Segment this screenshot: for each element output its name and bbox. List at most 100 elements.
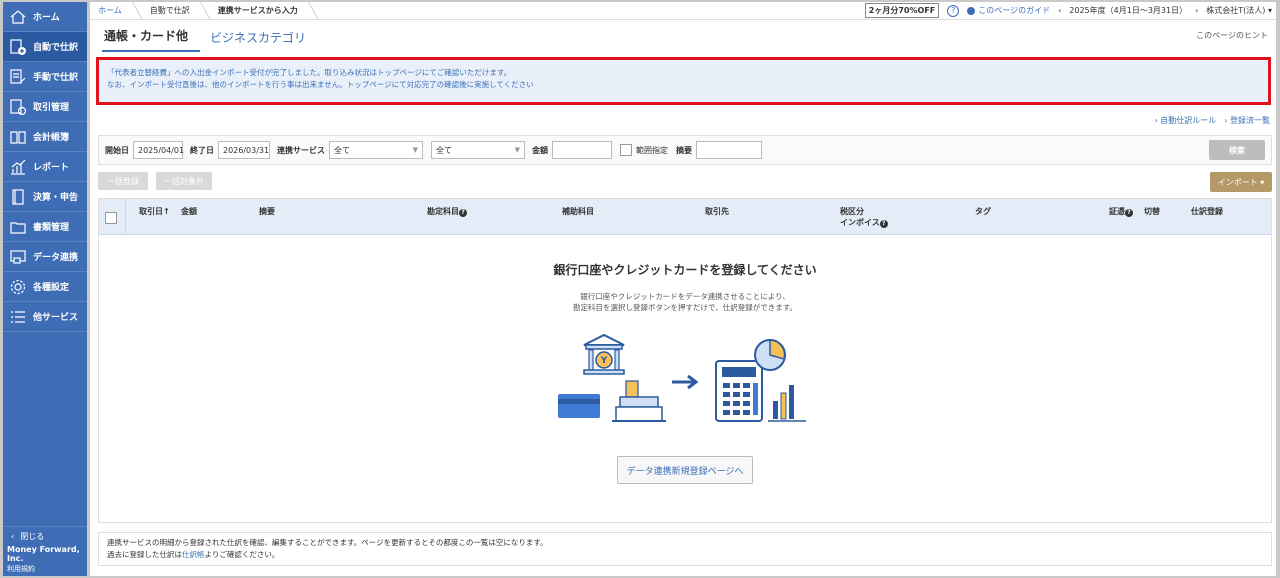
top-links: › 自動仕訳ルール › 登録済一覧 — [1155, 115, 1271, 126]
col-tax: 税区分インボイス? — [840, 206, 888, 228]
play-icon — [967, 6, 976, 15]
breadcrumb-current: 連携サービスから入力 — [217, 6, 298, 15]
sidebar-item-auto-journal[interactable]: 自動で仕訳 — [3, 32, 87, 62]
service-select[interactable]: 全て ▼ — [329, 141, 423, 159]
tab-bar: 通帳・カード他 ビジネスカテゴリ このページのヒント — [90, 20, 1276, 52]
select-all-checkbox[interactable] — [105, 212, 117, 224]
auto-journal-icon — [9, 38, 27, 56]
col-switch: 切替 — [1144, 207, 1160, 216]
service-sub-select[interactable]: 全て ▼ — [431, 141, 525, 159]
amount-label: 金額 — [532, 145, 548, 155]
col-account-label: 勘定科目 — [427, 207, 459, 216]
end-date-label: 終了日 — [190, 145, 214, 155]
sidebar-item-label: 自動で仕訳 — [33, 43, 79, 53]
main-content: ホーム 自動で仕訳 連携サービスから入力 2ヶ月分70%OFF ? このページの… — [90, 1, 1276, 576]
sidebar-item-manual-journal[interactable]: 手動で仕訳 — [3, 62, 87, 92]
gear-icon — [9, 278, 27, 296]
tab-bank-card[interactable]: 通帳・カード他 — [102, 27, 201, 52]
breadcrumb-home[interactable]: ホーム — [90, 2, 130, 20]
col-evidence: 証憑? — [1109, 206, 1133, 217]
bulk-exclude-button[interactable]: 一括対象外 — [156, 172, 212, 190]
notice-line-2: なお、インポート受付直後は、他のインポートを行う事は出来ません。トップページにて… — [107, 80, 534, 89]
page-guide-label: このページのガイド — [978, 6, 1051, 15]
empty-desc-line-2: 勘定科目を選択し登録ボタンを押すだけで、仕訳登録ができます。 — [573, 303, 797, 312]
auto-rule-link[interactable]: › 自動仕訳ルール — [1155, 115, 1217, 126]
sidebar-item-data-link[interactable]: データ連携 — [3, 242, 87, 272]
import-notice: 「代表者立替経費」への入出金インポート受付が完了しました。取り込み状況はトップペ… — [96, 57, 1271, 105]
footer-prefix: 過去に登録した仕訳は — [107, 550, 182, 559]
sidebar-item-label: レポート — [33, 163, 70, 173]
footer-line-1: 連携サービスの明細から登録された仕訳を確認、編集することができます。ページを更新… — [107, 538, 548, 547]
sidebar-item-label: 書類管理 — [33, 223, 70, 233]
sidebar-item-documents[interactable]: 書類管理 — [3, 212, 87, 242]
col-tax-label: 税区分 — [840, 207, 864, 216]
sidebar-item-label: 手動で仕訳 — [33, 73, 79, 83]
memo-label: 摘要 — [676, 145, 692, 155]
sidebar-item-settlement[interactable]: 決算・申告 — [3, 182, 87, 212]
terms-link[interactable]: 利用規約 — [3, 562, 87, 576]
col-invoice-label: インボイス — [840, 218, 880, 227]
bulk-register-button[interactable]: 一括登録 — [98, 172, 148, 190]
end-date-input[interactable]: 2026/03/31 — [218, 141, 270, 159]
sidebar-item-label: ホーム — [33, 13, 60, 23]
sidebar-item-other-services[interactable]: 他サービス — [3, 302, 87, 332]
col-date[interactable]: 取引日↑ — [139, 206, 170, 217]
col-account: 勘定科目? — [427, 206, 467, 217]
auto-rule-label: 自動仕訳ルール — [1160, 116, 1217, 125]
tab-business-category[interactable]: ビジネスカテゴリ — [210, 29, 318, 52]
start-date-label: 開始日 — [105, 145, 129, 155]
next-year-icon[interactable]: › — [1195, 6, 1198, 15]
service-sub-select-value: 全て — [436, 145, 452, 155]
sidebar-item-home[interactable]: ホーム — [3, 2, 87, 32]
sidebar-item-label: 他サービス — [33, 313, 79, 323]
col-amount: 金額 — [181, 207, 197, 216]
sidebar-item-transactions[interactable]: 取引管理 — [3, 92, 87, 122]
registered-list-link[interactable]: › 登録済一覧 — [1224, 115, 1270, 126]
sidebar-item-label: 決算・申告 — [33, 193, 79, 203]
breadcrumb-auto-journal[interactable]: 自動で仕訳 — [142, 2, 198, 20]
company-selector[interactable]: 株式会社T(法人) ▾ — [1206, 5, 1272, 16]
footer-suffix: よりご確認ください。 — [204, 550, 280, 559]
help-icon[interactable]: ? — [1125, 209, 1133, 217]
help-icon[interactable]: ? — [879, 220, 888, 228]
range-checkbox[interactable] — [620, 144, 632, 156]
col-register: 仕訳登録 — [1191, 207, 1223, 216]
promo-badge[interactable]: 2ヶ月分70%OFF — [864, 3, 940, 18]
bank-mark: Y — [600, 356, 608, 366]
help-icon[interactable]: ? — [459, 209, 467, 217]
arrow-right-icon — [672, 374, 699, 390]
prev-year-icon[interactable]: ‹ — [1058, 6, 1061, 15]
sidebar-item-ledger[interactable]: 会計帳簿 — [3, 122, 87, 152]
action-row: 一括登録 一括対象外 インポート ▾ — [98, 172, 1272, 192]
brand-name: Money Forward, Inc. — [7, 545, 80, 563]
empty-desc-line-1: 銀行口座やクレジットカードをデータ連携させることにより、 — [580, 292, 790, 301]
empty-state-description: 銀行口座やクレジットカードをデータ連携させることにより、 勘定科目を選択し登録ボ… — [99, 291, 1271, 313]
list-icon — [9, 308, 27, 326]
notice-line-1: 「代表者立替経費」への入出金インポート受付が完了しました。取り込み状況はトップペ… — [107, 68, 512, 77]
chevron-down-icon: ▼ — [514, 146, 520, 154]
footer-note: 連携サービスの明細から登録された仕訳を確認、編集することができます。ページを更新… — [98, 532, 1272, 566]
sidebar-item-settings[interactable]: 各種設定 — [3, 272, 87, 302]
cash-register-icon — [612, 380, 666, 422]
company-name: 株式会社T(法人) — [1206, 6, 1266, 15]
bank-icon: Y — [583, 333, 625, 375]
data-link-register-button[interactable]: データ連携新規登録ページへ — [617, 456, 753, 484]
journal-book-link[interactable]: 仕訳帳 — [182, 550, 205, 559]
memo-input[interactable] — [696, 141, 762, 159]
sidebar-item-label: 会計帳簿 — [33, 133, 70, 143]
search-button[interactable]: 検索 — [1209, 140, 1265, 160]
sidebar-close-button[interactable]: ‹ 閉じる — [3, 526, 87, 546]
start-date-input[interactable]: 2025/04/01 — [133, 141, 184, 159]
ledger-icon — [9, 128, 27, 146]
sidebar: ホーム 自動で仕訳 手動で仕訳 取引管理 会計帳簿 レポート 決算・申告 書類管… — [3, 2, 87, 576]
help-icon[interactable]: ? — [947, 4, 960, 17]
page-guide-link[interactable]: このページのガイド — [967, 5, 1050, 16]
col-evidence-label: 証憑 — [1109, 207, 1125, 216]
import-button[interactable]: インポート ▾ — [1210, 172, 1272, 192]
chevron-down-icon: ▼ — [412, 146, 418, 154]
sidebar-item-label: データ連携 — [33, 253, 79, 263]
amount-input[interactable] — [552, 141, 612, 159]
home-icon — [9, 8, 27, 26]
sidebar-item-report[interactable]: レポート — [3, 152, 87, 182]
page-hint-link[interactable]: このページのヒント — [1196, 30, 1268, 41]
